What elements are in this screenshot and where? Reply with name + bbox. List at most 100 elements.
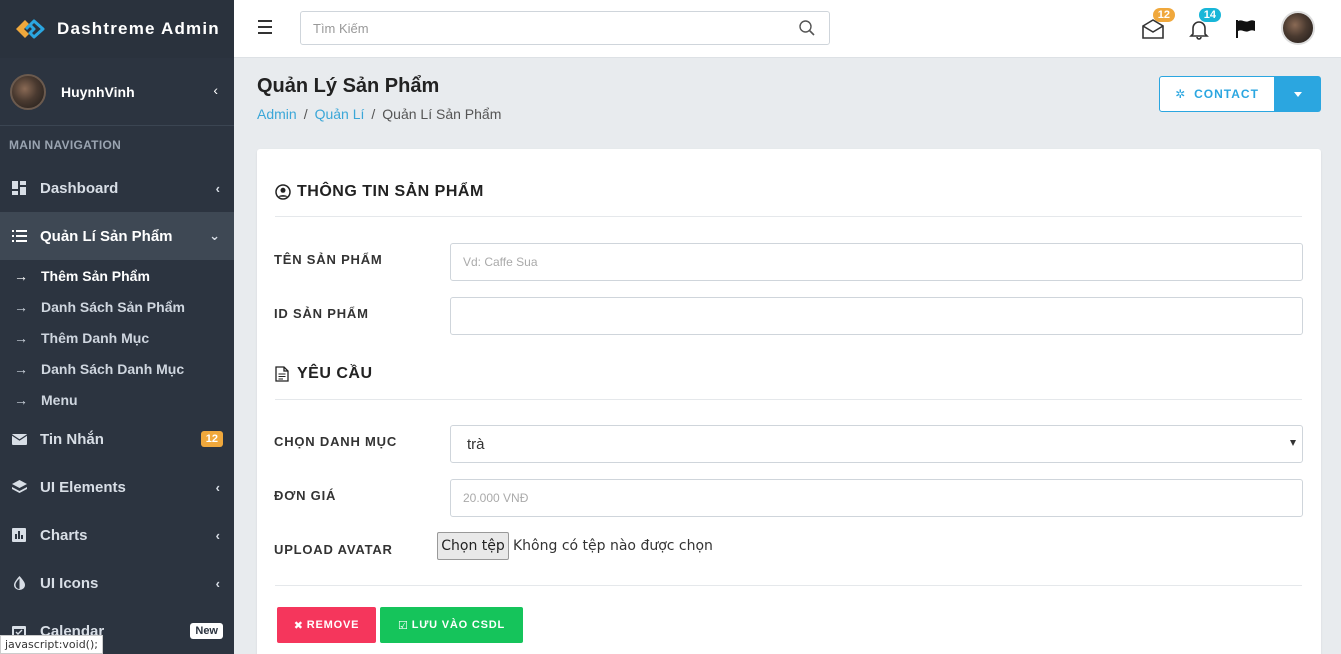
price-label: ĐƠN GIÁ — [274, 488, 337, 503]
product-form-card: THÔNG TIN SẢN PHẨM TÊN SẢN PHẨM ID SẢN P… — [257, 149, 1321, 654]
arrow-right-icon: → — [14, 298, 28, 315]
sidebar-item-label: UI Elements — [40, 478, 126, 496]
chevron-down-icon: ⌄ — [209, 228, 220, 243]
sidebar-item-label: Tin Nhắn — [40, 430, 104, 448]
sidebar-item-label: Charts — [40, 526, 88, 544]
price-field-wrapper — [450, 479, 1303, 517]
sidebar-subitem-menu[interactable]: → Menu — [0, 384, 234, 415]
sidebar-subitem-label: Thêm Danh Mục — [41, 329, 150, 346]
bell-icon[interactable]: 14 — [1187, 8, 1221, 40]
arrow-right-icon: → — [14, 391, 28, 408]
breadcrumb: Admin / Quản Lí / Quản Lí Sản Phẩm — [257, 106, 502, 122]
sidebar-subitem-add-category[interactable]: → Thêm Danh Mục — [0, 322, 234, 353]
chevron-left-icon[interactable]: ‹ — [213, 82, 218, 98]
nav-header: MAIN NAVIGATION — [9, 138, 122, 152]
section-title-requirements: YÊU CẦU — [275, 365, 373, 383]
remove-button[interactable]: ✖ REMOVE — [277, 607, 376, 643]
check-square-icon: ☑ — [398, 619, 409, 632]
chevron-left-icon: ‹ — [215, 575, 220, 591]
messages-badge: 12 — [200, 431, 223, 447]
sidebar-subitem-category-list[interactable]: → Danh Sách Danh Mục — [0, 353, 234, 384]
breadcrumb-management[interactable]: Quản Lí — [315, 106, 365, 122]
brand-name: Dashtreme Admin — [57, 19, 220, 38]
caret-down-icon — [1294, 91, 1302, 97]
dashboard-icon — [11, 180, 27, 196]
product-name-label: TÊN SẢN PHẨM — [274, 252, 383, 267]
sidebar-subitem-label: Danh Sách Sản Phẩm — [41, 298, 185, 315]
list-icon — [11, 228, 27, 244]
choose-file-button[interactable]: Chọn tệp — [437, 532, 509, 560]
avatar — [10, 73, 46, 110]
user-circle-icon — [275, 184, 291, 200]
sidebar-subitem-label: Thêm Sản Phẩm — [41, 267, 150, 284]
sidebar-item-messages[interactable]: Tin Nhắn 12 — [0, 415, 234, 463]
chevron-left-icon: ‹ — [215, 180, 220, 196]
sidebar-item-label: Quản Lí Sản Phẩm — [40, 227, 173, 245]
sidebar-subitem-add-product[interactable]: → Thêm Sản Phẩm — [0, 260, 234, 291]
sidebar-item-label: UI Icons — [40, 574, 99, 592]
layers-icon — [11, 479, 27, 495]
sidebar-subitem-label: Menu — [41, 391, 78, 408]
calendar-new-badge: New — [190, 623, 223, 639]
contact-button[interactable]: ✲ CONTACT — [1159, 76, 1275, 112]
remove-label: REMOVE — [306, 619, 360, 631]
close-icon: ✖ — [293, 619, 304, 632]
user-avatar[interactable] — [1281, 11, 1315, 45]
sidebar-item-dashboard[interactable]: Dashboard ‹ — [0, 164, 234, 212]
sidebar-item-label: Dashboard — [40, 179, 119, 197]
contrast-icon — [11, 575, 27, 591]
flag-icon[interactable] — [1234, 18, 1258, 40]
divider — [275, 585, 1302, 586]
mail-badge: 12 — [1152, 8, 1175, 22]
chevron-left-icon: ‹ — [215, 527, 220, 543]
user-panel[interactable]: HuynhVinh ‹ — [0, 58, 234, 126]
hamburger-menu-icon[interactable] — [258, 20, 272, 34]
save-label: LƯU VÀO CSDL — [411, 619, 505, 631]
cog-icon: ✲ — [1175, 87, 1187, 101]
link-status-tooltip: javascript:void(); — [0, 635, 103, 654]
divider — [275, 399, 1302, 400]
breadcrumb-current: Quản Lí Sản Phẩm — [382, 106, 502, 122]
main-content: Quản Lý Sản Phẩm Admin / Quản Lí / Quản Lí S… — [234, 58, 1341, 654]
sidebar-subitem-label: Danh Sách Danh Mục — [41, 360, 185, 377]
chart-icon — [11, 527, 27, 543]
search-icon[interactable] — [799, 20, 815, 36]
product-name-field-wrapper — [450, 243, 1303, 281]
sidebar: Dashtreme Admin HuynhVinh ‹ MAIN NAVIGAT… — [0, 0, 234, 654]
topbar: 12 14 — [234, 0, 1341, 58]
sidebar-item-charts[interactable]: Charts ‹ — [0, 511, 234, 559]
save-to-db-button[interactable]: ☑ LƯU VÀO CSDL — [380, 607, 523, 643]
product-id-field-wrapper — [450, 297, 1303, 335]
user-name: HuynhVinh — [61, 83, 135, 100]
chevron-left-icon: ‹ — [215, 479, 220, 495]
price-input[interactable] — [451, 480, 1302, 516]
bell-badge: 14 — [1198, 8, 1221, 22]
sidebar-item-ui-icons[interactable]: UI Icons ‹ — [0, 559, 234, 607]
envelope-icon — [11, 431, 27, 447]
category-select[interactable]: trà — [450, 425, 1303, 463]
arrow-right-icon: → — [14, 360, 28, 377]
file-status-text: Không có tệp nào được chọn — [513, 538, 713, 554]
category-selected-value: trà — [467, 436, 485, 453]
search-input[interactable] — [301, 12, 829, 44]
breadcrumb-admin[interactable]: Admin — [257, 106, 297, 122]
sidebar-item-product-management[interactable]: Quản Lí Sản Phẩm ⌄ — [0, 212, 234, 260]
category-label: CHỌN DANH MỤC — [274, 434, 398, 449]
search-box — [300, 11, 830, 45]
mail-icon[interactable]: 12 — [1141, 8, 1175, 40]
contact-dropdown-toggle[interactable] — [1275, 76, 1321, 112]
logo-icon — [12, 14, 48, 44]
product-id-input[interactable] — [451, 298, 1302, 334]
sidebar-item-ui-elements[interactable]: UI Elements ‹ — [0, 463, 234, 511]
caret-down-icon — [1290, 440, 1296, 446]
divider — [275, 216, 1302, 217]
sidebar-subitem-product-list[interactable]: → Danh Sách Sản Phẩm — [0, 291, 234, 322]
upload-avatar-label: UPLOAD AVATAR — [274, 542, 393, 557]
page-title: Quản Lý Sản Phẩm — [257, 75, 440, 97]
contact-label: CONTACT — [1194, 87, 1259, 101]
arrow-right-icon: → — [14, 267, 28, 284]
document-icon — [275, 366, 291, 382]
brand[interactable]: Dashtreme Admin — [0, 0, 234, 58]
arrow-right-icon: → — [14, 329, 28, 346]
product-name-input[interactable] — [451, 244, 1302, 280]
